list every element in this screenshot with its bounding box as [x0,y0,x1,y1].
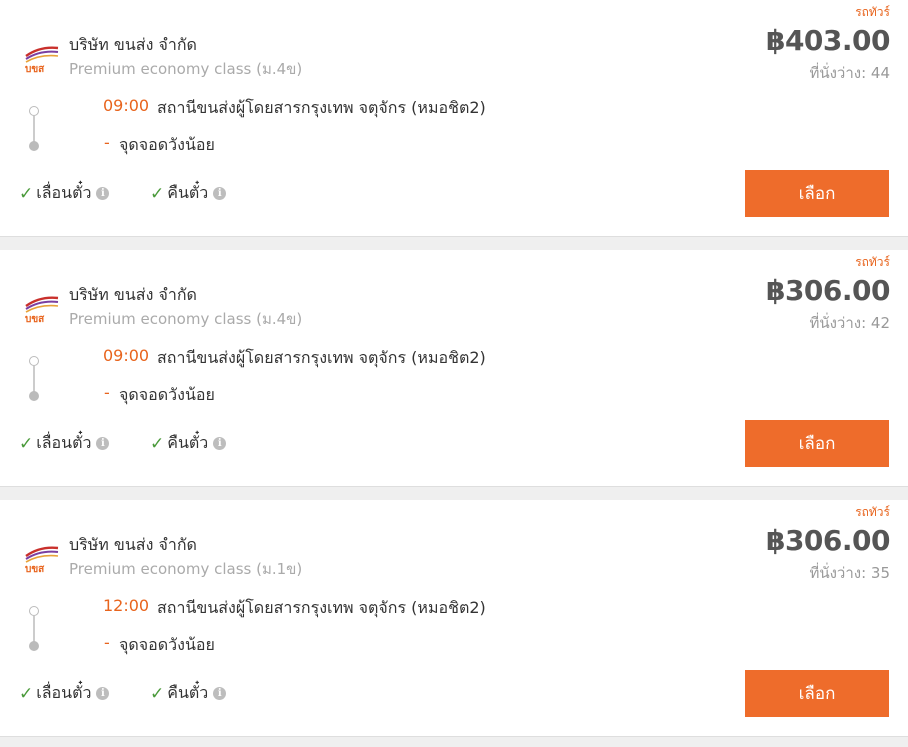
logo-text: บขส [25,564,45,574]
available-seats: ที่นั่งว่าง: 42 [809,314,890,332]
bus-class: Premium economy class (ม.4ข) [69,310,303,328]
available-seats: ที่นั่งว่าง: 44 [809,64,890,82]
origin-dot-icon [29,356,39,366]
ticket-price: ฿403.00 [765,24,891,57]
feature-label: คืนตั๋ว [167,433,209,452]
check-icon: ✓ [19,183,34,204]
change-ticket-feature: ✓ เลื่อนตั๋ว i [19,681,110,706]
info-icon[interactable]: i [213,187,227,200]
check-icon: ✓ [150,683,165,704]
ticket-price: ฿306.00 [765,524,891,557]
origin-station: สถานีขนส่งผู้โดยสารกรุงเทพ จตุจักร (หมอช… [157,98,486,117]
logo-text: บขส [25,64,45,74]
change-ticket-feature: ✓ เลื่อนตั๋ว i [19,431,110,456]
check-icon: ✓ [19,433,34,454]
route-timeline [28,106,40,151]
bus-type-label: รถทัวร์ [855,505,890,519]
destination-dash: - [104,633,110,652]
available-seats: ที่นั่งว่าง: 35 [809,564,890,582]
origin-dot-icon [29,606,39,616]
origin-station: สถานีขนส่งผู้โดยสารกรุงเทพ จตุจักร (หมอช… [157,598,486,617]
destination-dot-icon [29,141,39,151]
company-logo: บขส [25,296,59,324]
info-icon[interactable]: i [213,687,227,700]
destination-dash: - [104,133,110,152]
bus-type-label: รถทัวร์ [855,255,890,269]
trip-card: รถทัวร์ บขส บริษัท ขนส่ง จำกัด Premium e… [0,0,908,237]
info-icon[interactable]: i [213,437,227,450]
refund-ticket-feature: ✓ คืนตั๋ว i [150,431,227,456]
company-name: บริษัท ขนส่ง จำกัด [69,35,197,54]
logo-text: บขส [25,314,45,324]
ticket-price: ฿306.00 [765,274,891,307]
route-timeline [28,606,40,651]
origin-dot-icon [29,106,39,116]
bus-class: Premium economy class (ม.4ข) [69,60,303,78]
company-name: บริษัท ขนส่ง จำกัด [69,285,197,304]
feature-label: เลื่อนตั๋ว [36,433,92,452]
feature-label: เลื่อนตั๋ว [36,683,92,702]
feature-label: คืนตั๋ว [167,683,209,702]
check-icon: ✓ [150,183,165,204]
feature-label: เลื่อนตั๋ว [36,183,92,202]
bus-class: Premium economy class (ม.1ข) [69,560,303,578]
refund-ticket-feature: ✓ คืนตั๋ว i [150,181,227,206]
departure-time: 09:00 [103,346,150,365]
select-trip-button[interactable]: เลือก [745,420,889,467]
feature-label: คืนตั๋ว [167,183,209,202]
check-icon: ✓ [19,683,34,704]
destination-dot-icon [29,391,39,401]
select-trip-button[interactable]: เลือก [745,170,889,217]
info-icon[interactable]: i [96,187,110,200]
select-trip-button[interactable]: เลือก [745,670,889,717]
departure-time: 12:00 [103,596,150,615]
origin-station: สถานีขนส่งผู้โดยสารกรุงเทพ จตุจักร (หมอช… [157,348,486,367]
destination-dot-icon [29,641,39,651]
info-icon[interactable]: i [96,437,110,450]
info-icon[interactable]: i [96,687,110,700]
company-logo: บขส [25,546,59,574]
destination-stop: จุดจอดวังน้อย [119,635,215,654]
company-name: บริษัท ขนส่ง จำกัด [69,535,197,554]
bus-type-label: รถทัวร์ [855,5,890,19]
trip-card: รถทัวร์ บขส บริษัท ขนส่ง จำกัด Premium e… [0,500,908,737]
refund-ticket-feature: ✓ คืนตั๋ว i [150,681,227,706]
company-logo: บขส [25,46,59,74]
departure-time: 09:00 [103,96,150,115]
trip-card: รถทัวร์ บขส บริษัท ขนส่ง จำกัด Premium e… [0,250,908,487]
destination-stop: จุดจอดวังน้อย [119,385,215,404]
route-timeline [28,356,40,401]
change-ticket-feature: ✓ เลื่อนตั๋ว i [19,181,110,206]
destination-stop: จุดจอดวังน้อย [119,135,215,154]
check-icon: ✓ [150,433,165,454]
destination-dash: - [104,383,110,402]
